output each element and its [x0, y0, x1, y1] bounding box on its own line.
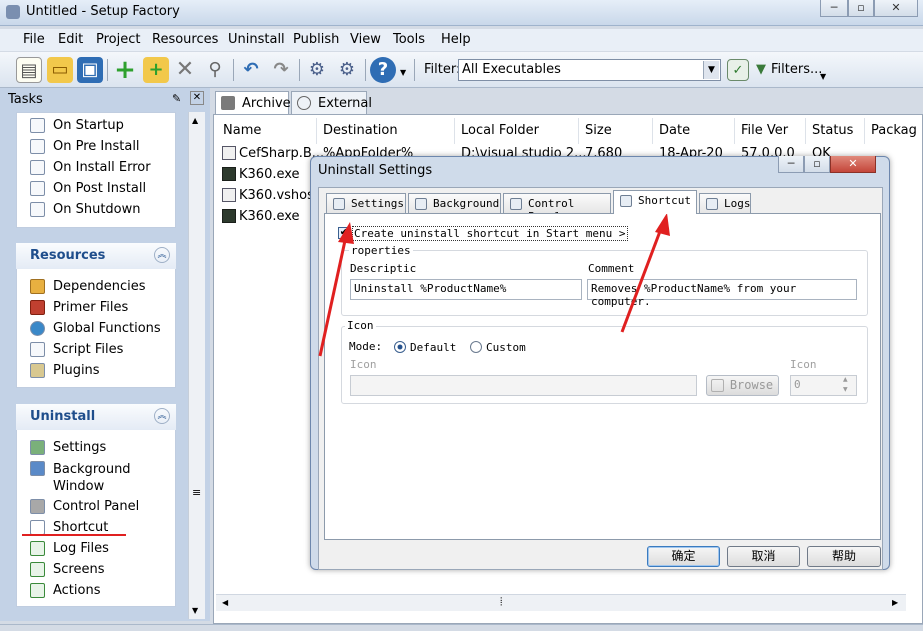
annotation-arrowhead-right: [655, 213, 670, 236]
settings-icon: [333, 198, 345, 210]
annotation-arrow-left: [318, 235, 348, 357]
control-panel-icon: [510, 198, 522, 210]
logs-icon: [706, 198, 718, 210]
annotation-arrowhead-left: [338, 222, 354, 244]
shortcut-icon: [620, 195, 632, 207]
background-icon: [415, 198, 427, 210]
annotation-arrow-right: [620, 225, 664, 333]
annotation-arrows: [318, 213, 670, 357]
